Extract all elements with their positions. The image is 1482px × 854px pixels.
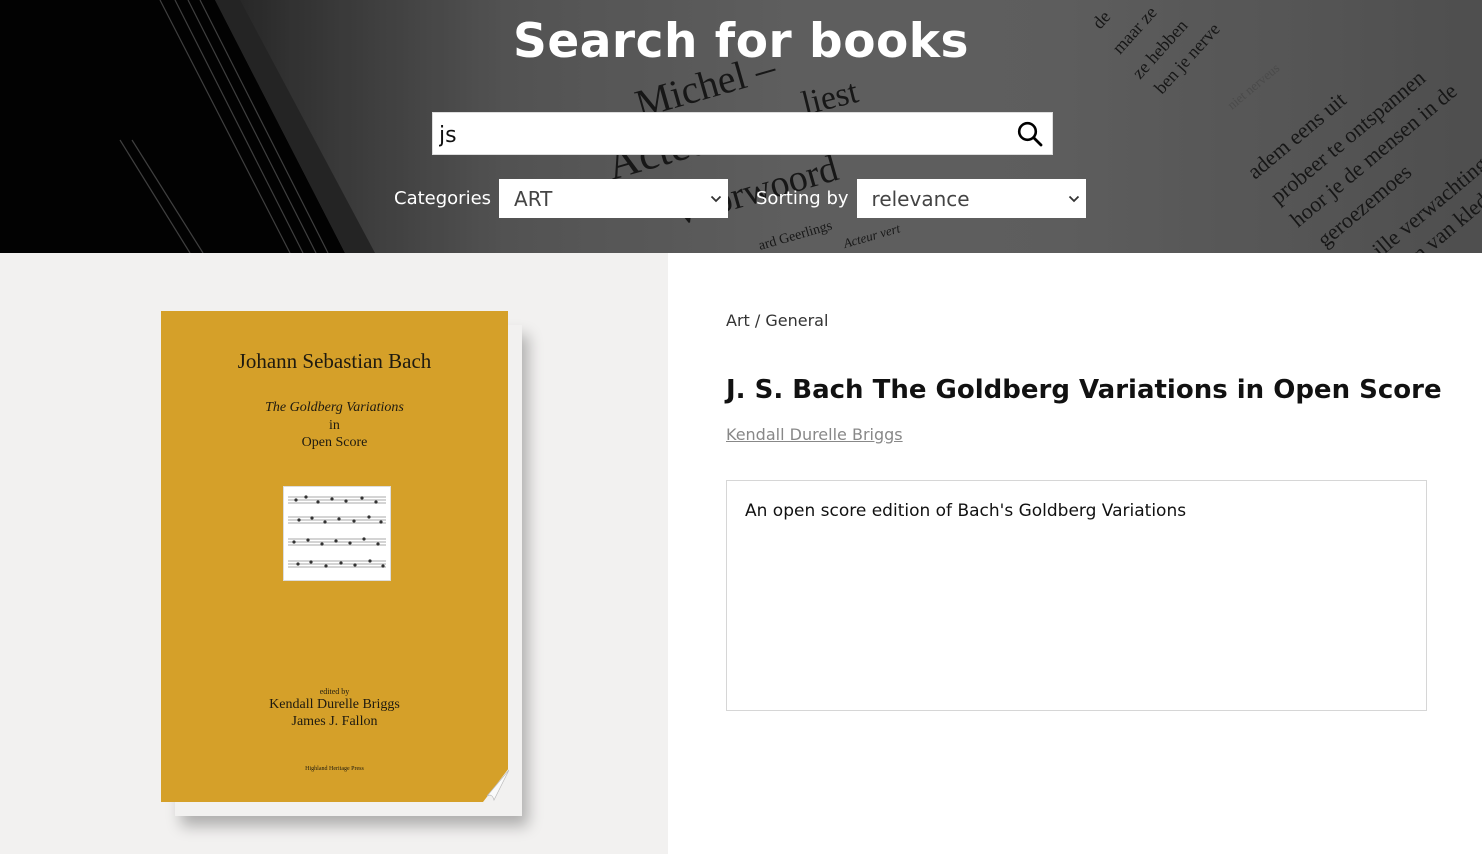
book-title: J. S. Bach The Goldberg Variations in Op… <box>726 375 1442 405</box>
sorting-selected-value: relevance <box>871 186 970 211</box>
sorting-label: Sorting by <box>756 188 849 209</box>
cover-edited-by: edited by <box>319 687 350 696</box>
cover-author: Johann Sebastian Bach <box>237 349 432 373</box>
categories-filter: Categories ART <box>394 179 729 218</box>
categories-select[interactable]: ART <box>499 179 729 218</box>
search-button[interactable] <box>1008 113 1052 154</box>
description-box: An open score edition of Bach's Goldberg… <box>726 480 1427 711</box>
cover-title-line: The Goldberg Variations <box>265 400 404 415</box>
hero-banner: Michel – Acteur voorwoord liest adem een… <box>0 0 1482 253</box>
score-image <box>283 486 391 581</box>
cover-publisher: Highland Heritage Press <box>305 766 364 772</box>
cover-title-line: Open Score <box>301 435 368 450</box>
categories-selected-value: ART <box>514 186 553 211</box>
chevron-down-icon <box>1068 195 1079 202</box>
page-title: Search for books <box>512 14 970 69</box>
categories-label: Categories <box>394 188 492 209</box>
page-curl-icon <box>483 768 509 802</box>
author-link[interactable]: Kendall Durelle Briggs <box>726 425 903 444</box>
book-description: An open score edition of Bach's Goldberg… <box>745 501 1187 521</box>
cover-editor: James J. Fallon <box>291 714 378 729</box>
cover-editor: Kendall Durelle Briggs <box>269 697 400 712</box>
cover-title-line: in <box>329 418 340 433</box>
search-input[interactable] <box>433 113 1008 154</box>
sorting-select[interactable]: relevance <box>856 179 1086 218</box>
breadcrumb[interactable]: Art / General <box>726 311 828 330</box>
book-cover[interactable]: Johann Sebastian Bach The Goldberg Varia… <box>161 311 508 802</box>
search-bar <box>432 112 1053 155</box>
sorting-filter: Sorting by relevance <box>756 179 1086 218</box>
chevron-down-icon <box>710 195 722 202</box>
search-icon <box>1017 121 1043 146</box>
